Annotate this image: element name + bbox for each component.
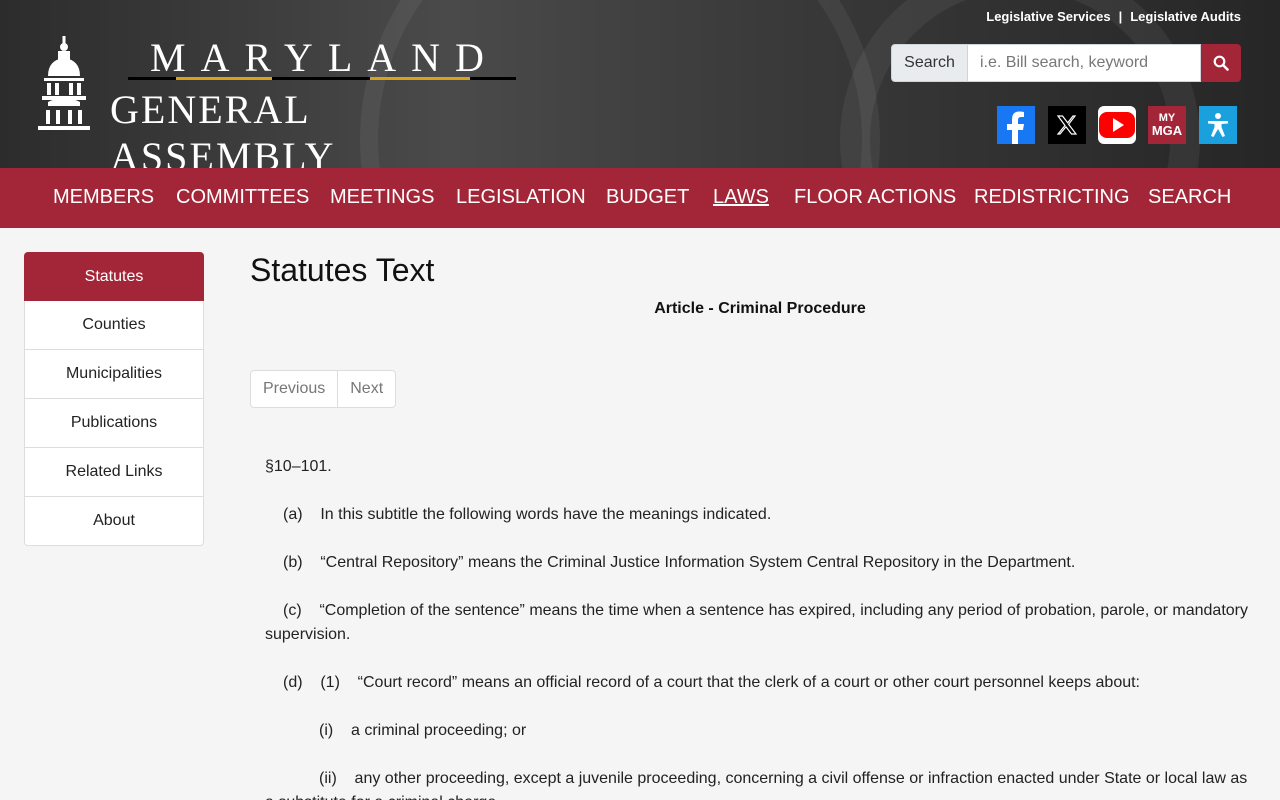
- nav-laws[interactable]: LAWS: [713, 168, 769, 228]
- nav-redistricting[interactable]: REDISTRICTING: [974, 168, 1130, 228]
- article-heading: Article - Criminal Procedure: [654, 300, 866, 317]
- nav-meetings[interactable]: MEETINGS: [330, 168, 434, 228]
- logo-line-maryland: MARYLAND: [150, 35, 499, 80]
- site-logo[interactable]: MARYLAND GENERAL ASSEMBLY: [110, 34, 540, 168]
- statute-text: §10–101. (a) In this subtitle the follow…: [265, 455, 1255, 800]
- search-input[interactable]: [968, 44, 1201, 82]
- site-search: Search: [891, 44, 1241, 82]
- main-nav: MEMBERS COMMITTEES MEETINGS LEGISLATION …: [0, 168, 1280, 228]
- top-links: Legislative Services | Legislative Audits: [986, 9, 1241, 24]
- statute-paragraph-d1: (d) (1) “Court record” means an official…: [283, 674, 1140, 691]
- site-header: Legislative Services | Legislative Audits …: [0, 0, 1280, 168]
- mymga-icon[interactable]: MY MGA: [1148, 106, 1186, 144]
- sidebar-item-counties[interactable]: Counties: [24, 301, 204, 350]
- logo-rule: [272, 77, 370, 80]
- sidebar-item-related-links[interactable]: Related Links: [24, 448, 204, 497]
- facebook-icon[interactable]: [997, 106, 1035, 144]
- nav-committees[interactable]: COMMITTEES: [176, 168, 309, 228]
- search-icon: [1213, 55, 1229, 71]
- laws-sidebar: Statutes Counties Municipalities Publica…: [24, 252, 204, 546]
- youtube-icon[interactable]: [1098, 106, 1136, 144]
- legislative-services-link[interactable]: Legislative Services: [986, 9, 1110, 24]
- logo-rule: [470, 77, 516, 80]
- nav-search[interactable]: SEARCH: [1148, 168, 1231, 228]
- search-button[interactable]: [1201, 44, 1241, 82]
- page-title: Statutes Text: [250, 252, 435, 288]
- nav-members[interactable]: MEMBERS: [53, 168, 154, 228]
- pager: Previous Next: [250, 370, 397, 408]
- nav-floor-actions[interactable]: FLOOR ACTIONS: [794, 168, 956, 228]
- statute-paragraph-d-ii: (ii) any other proceeding, except a juve…: [265, 770, 1248, 800]
- top-links-separator: |: [1118, 9, 1123, 24]
- sidebar-item-municipalities[interactable]: Municipalities: [24, 350, 204, 399]
- logo-line-general-assembly: GENERAL ASSEMBLY: [110, 87, 336, 168]
- legislative-audits-link[interactable]: Legislative Audits: [1130, 9, 1241, 24]
- search-label: Search: [891, 44, 968, 82]
- statute-paragraph-d-i: (i) a criminal proceeding; or: [319, 722, 527, 739]
- statute-paragraph-b: (b) “Central Repository” means the Crimi…: [283, 554, 1076, 571]
- x-twitter-icon[interactable]: [1048, 106, 1086, 144]
- capitol-dome-icon[interactable]: [38, 36, 90, 132]
- sidebar-item-about[interactable]: About: [24, 497, 204, 546]
- nav-budget[interactable]: BUDGET: [606, 168, 689, 228]
- logo-rule: [370, 77, 470, 80]
- statute-section-number: §10–101.: [265, 458, 332, 475]
- nav-legislation[interactable]: LEGISLATION: [456, 168, 586, 228]
- logo-rule: [176, 77, 272, 80]
- statute-paragraph-a: (a) In this subtitle the following words…: [283, 506, 772, 523]
- sidebar-item-statutes[interactable]: Statutes: [24, 252, 204, 301]
- statute-paragraph-c: (c) “Completion of the sentence” means t…: [265, 602, 1253, 643]
- previous-button[interactable]: Previous: [251, 371, 339, 407]
- logo-rule: [128, 77, 176, 80]
- sidebar-item-publications[interactable]: Publications: [24, 399, 204, 448]
- accessibility-icon[interactable]: [1199, 106, 1237, 144]
- mymga-text-bottom: MGA: [1151, 123, 1183, 138]
- next-button[interactable]: Next: [338, 371, 395, 407]
